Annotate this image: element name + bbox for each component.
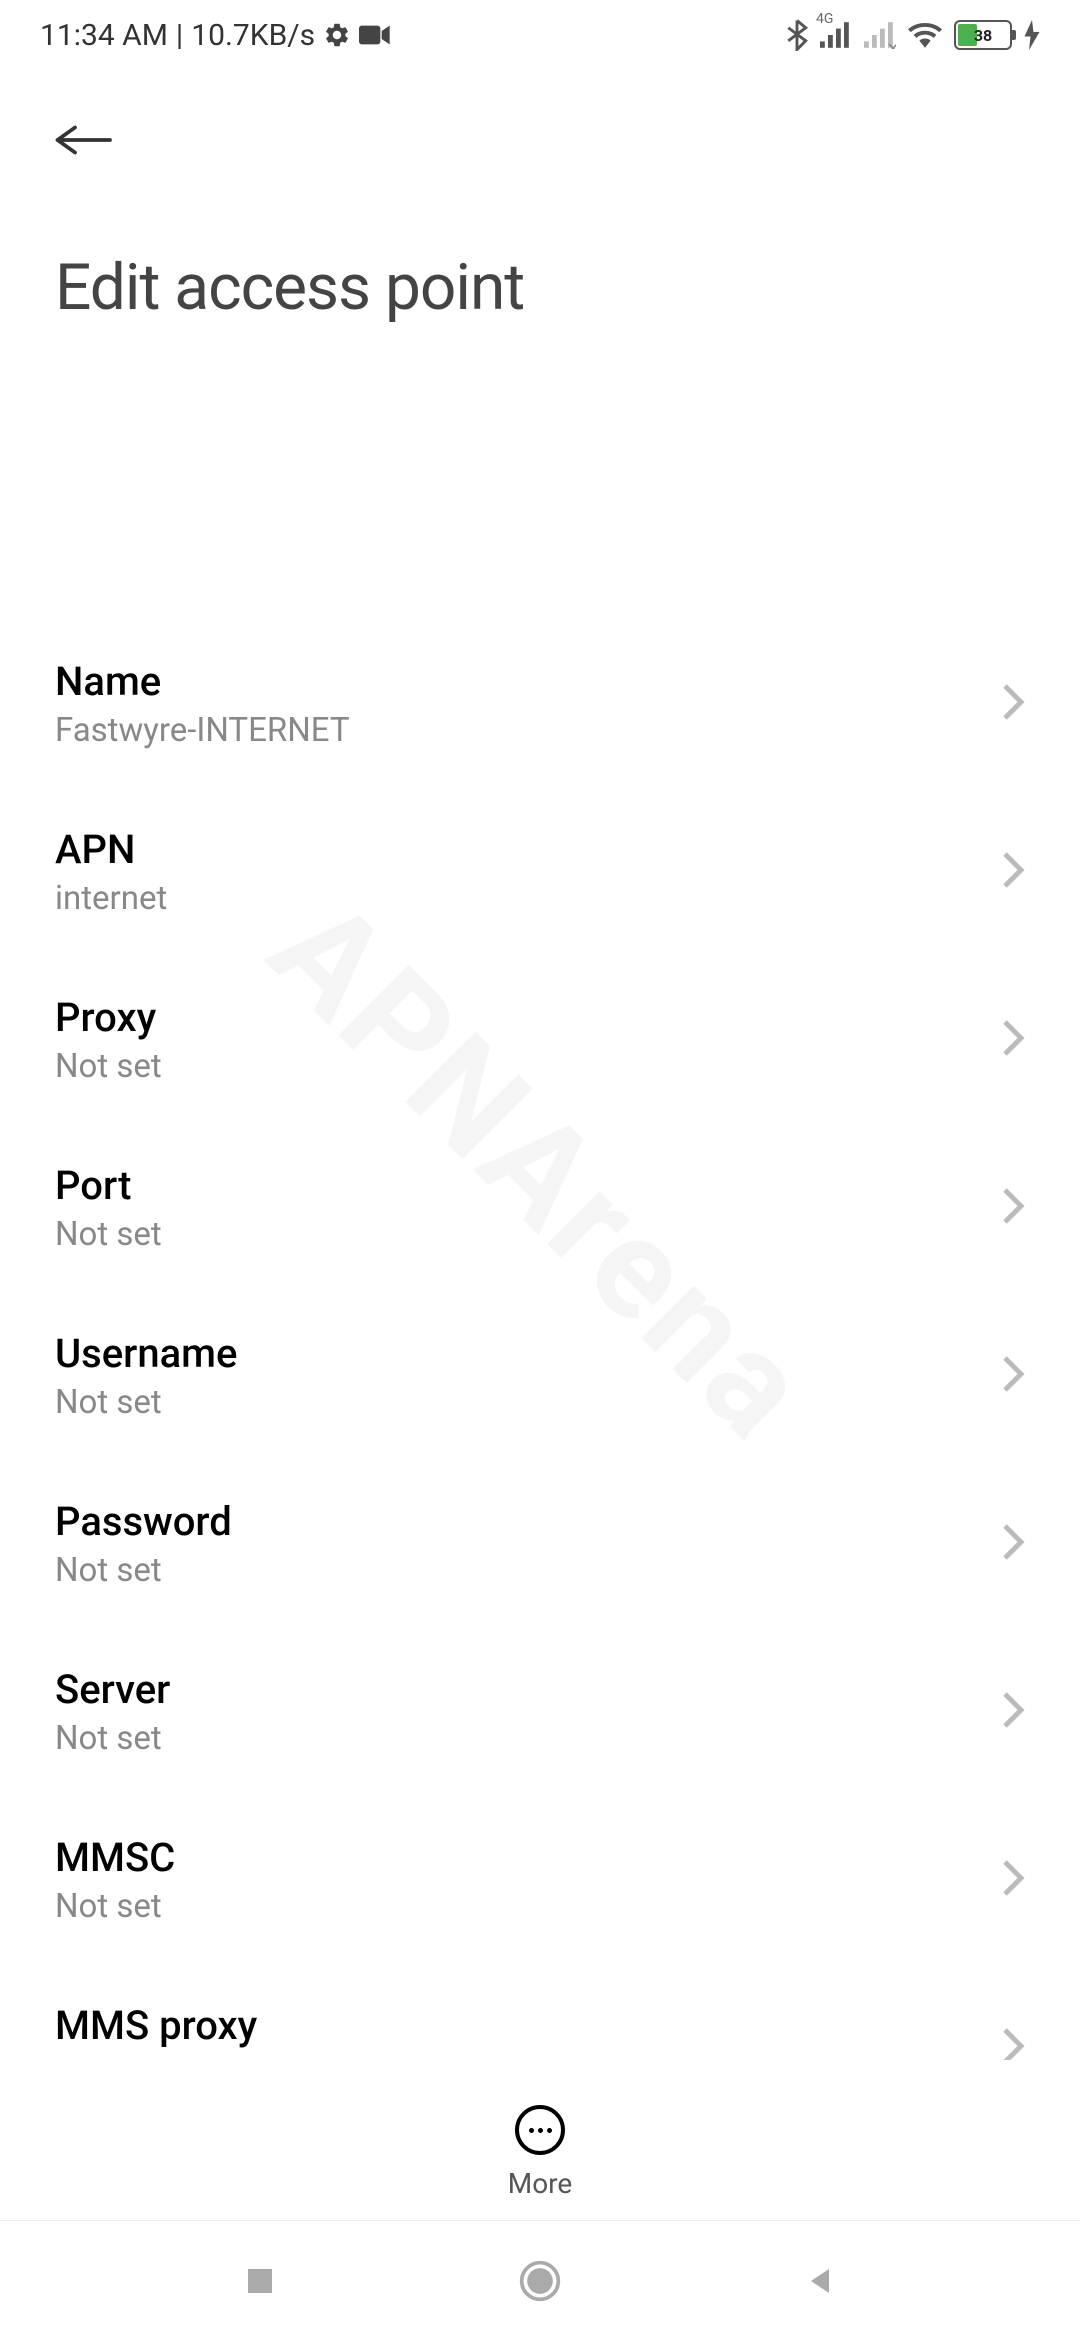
chevron-right-icon — [1001, 682, 1025, 726]
svg-text:✕: ✕ — [886, 39, 896, 49]
signal-no-sim-icon: ✕ — [864, 21, 896, 49]
bottom-toolbar: More — [0, 2085, 1080, 2200]
back-button[interactable] — [55, 110, 115, 170]
setting-value: Not set — [55, 1383, 1001, 1422]
setting-value: Fastwyre-INTERNET — [55, 711, 1001, 750]
setting-label: MMSC — [55, 1834, 1001, 1881]
page-title: Edit access point — [55, 250, 1025, 325]
setting-apn[interactable]: APN internet — [0, 788, 1080, 956]
bluetooth-icon — [786, 19, 808, 51]
setting-proxy[interactable]: Proxy Not set — [0, 956, 1080, 1124]
camera-icon — [359, 23, 391, 47]
chevron-right-icon — [1001, 1690, 1025, 1734]
status-right: 4G ✕ 38 — [786, 19, 1040, 51]
setting-username[interactable]: Username Not set — [0, 1292, 1080, 1460]
setting-label: MMS proxy — [55, 2002, 1001, 2049]
more-label: More — [508, 2167, 573, 2200]
chevron-right-icon — [1001, 1354, 1025, 1398]
setting-value: Not set — [55, 1887, 1001, 1926]
more-icon — [515, 2105, 565, 2155]
charging-icon — [1024, 20, 1040, 50]
setting-value: Not set — [55, 1047, 1001, 1086]
chevron-right-icon — [1001, 1858, 1025, 1902]
setting-mmsc[interactable]: MMSC Not set — [0, 1796, 1080, 1964]
chevron-right-icon — [1001, 1018, 1025, 1062]
setting-value: Not set — [55, 1215, 1001, 1254]
setting-name[interactable]: Name Fastwyre-INTERNET — [0, 620, 1080, 788]
status-left: 11:34 AM | 10.7KB/s — [40, 18, 391, 53]
setting-mms-proxy[interactable]: MMS proxy Not set — [0, 1964, 1080, 2060]
header: Edit access point — [0, 70, 1080, 355]
setting-value: internet — [55, 879, 1001, 918]
setting-label: Name — [55, 658, 1001, 705]
wifi-icon — [908, 21, 942, 49]
nav-recents-button[interactable] — [237, 2258, 283, 2304]
chevron-right-icon — [1001, 2026, 1025, 2060]
setting-label: Username — [55, 1330, 1001, 1377]
setting-label: Port — [55, 1162, 1001, 1209]
setting-server[interactable]: Server Not set — [0, 1628, 1080, 1796]
status-bar: 11:34 AM | 10.7KB/s 4G ✕ 38 — [0, 0, 1080, 70]
chevron-right-icon — [1001, 1186, 1025, 1230]
setting-port[interactable]: Port Not set — [0, 1124, 1080, 1292]
status-time: 11:34 AM — [40, 18, 168, 53]
setting-value: Not set — [55, 1551, 1001, 1590]
setting-value: Not set — [55, 2055, 1001, 2060]
setting-label: Proxy — [55, 994, 1001, 1041]
chevron-right-icon — [1001, 850, 1025, 894]
status-speed: 10.7KB/s — [191, 18, 315, 53]
settings-list: Name Fastwyre-INTERNET APN internet Prox… — [0, 620, 1080, 2060]
setting-label: Server — [55, 1666, 1001, 1713]
setting-value: Not set — [55, 1719, 1001, 1758]
setting-label: Password — [55, 1498, 1001, 1545]
more-button[interactable]: More — [508, 2105, 573, 2200]
chevron-right-icon — [1001, 1522, 1025, 1566]
signal-4g-icon: 4G — [820, 21, 852, 49]
status-separator: | — [176, 18, 183, 53]
nav-back-button[interactable] — [797, 2258, 843, 2304]
navigation-bar — [0, 2220, 1080, 2340]
gear-icon — [323, 21, 351, 49]
setting-password[interactable]: Password Not set — [0, 1460, 1080, 1628]
setting-label: APN — [55, 826, 1001, 873]
battery-icon: 38 — [954, 20, 1012, 50]
nav-home-button[interactable] — [517, 2258, 563, 2304]
